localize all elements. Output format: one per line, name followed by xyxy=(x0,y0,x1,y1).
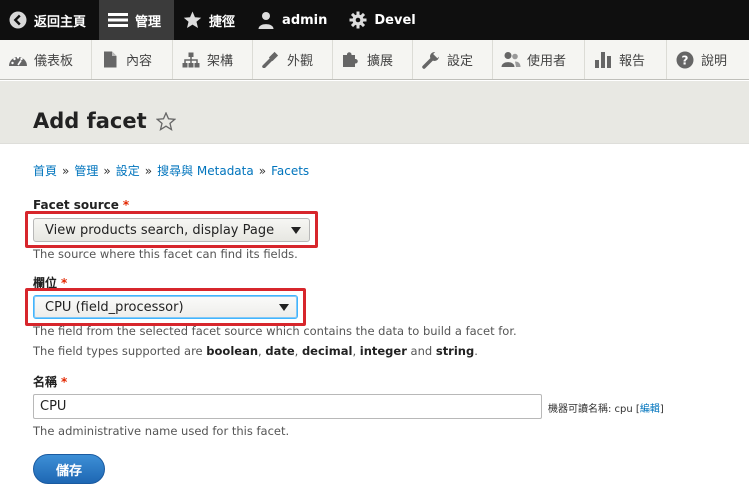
toolbar-back-home-label: 返回主頁 xyxy=(34,14,87,30)
tray-item-extend-label: 擴展 xyxy=(367,54,394,69)
field-select[interactable]: CPU (field_processor) xyxy=(33,295,298,319)
name-label-text: 名稱 xyxy=(33,375,58,389)
tray-item-help-label: 說明 xyxy=(701,54,728,69)
breadcrumb-separator: » xyxy=(144,163,153,178)
tray-item-appearance[interactable]: 外觀 xyxy=(253,40,333,79)
tray-item-config-label: 設定 xyxy=(447,54,474,69)
structure-icon xyxy=(181,52,201,68)
page-title: Add facet xyxy=(33,109,147,133)
breadcrumb-link-facets[interactable]: Facets xyxy=(271,164,309,178)
tray-item-content[interactable]: 內容 xyxy=(92,40,173,79)
facet-source-description: The source where this facet can find its… xyxy=(33,247,298,261)
field-description-line2: The field types supported are boolean, d… xyxy=(33,344,478,358)
star-icon xyxy=(183,11,202,29)
toolbar-user[interactable]: admin xyxy=(248,0,340,40)
back-circle-icon xyxy=(9,11,27,29)
machine-name: 機器可讀名稱: cpu [編輯] xyxy=(548,404,664,415)
user-icon xyxy=(257,11,275,29)
document-icon xyxy=(100,51,120,68)
brush-icon xyxy=(261,51,281,68)
toolbar-devel-label: Devel xyxy=(374,12,416,28)
toolbar-manage-label: 管理 xyxy=(135,14,162,30)
tray-item-structure-label: 架構 xyxy=(207,54,234,69)
breadcrumb-link-home[interactable]: 首頁 xyxy=(33,162,57,179)
machine-name-edit-link[interactable]: 編輯 xyxy=(640,404,660,415)
toolbar-devel[interactable]: Devel xyxy=(340,0,428,40)
svg-text:?: ? xyxy=(682,53,689,67)
field-types-end: . xyxy=(474,344,478,358)
field-type-string: string xyxy=(435,344,475,358)
field-description-line1: The field from the selected facet source… xyxy=(33,324,517,338)
page-header: Add facet xyxy=(0,81,749,144)
tray-item-content-label: 內容 xyxy=(126,54,153,69)
required-marker: * xyxy=(122,198,130,212)
field-type-boolean: boolean xyxy=(206,344,259,358)
tray-item-structure[interactable]: 架構 xyxy=(173,40,253,79)
toolbar-shortcuts-label: 捷徑 xyxy=(209,14,236,30)
gear-icon xyxy=(349,11,367,29)
field-type-decimal: decimal xyxy=(301,344,353,358)
field-types-and: and xyxy=(410,344,433,358)
breadcrumb-link-config[interactable]: 設定 xyxy=(116,162,140,179)
toolbar-user-label: admin xyxy=(282,12,328,28)
dashboard-icon xyxy=(8,52,28,68)
breadcrumb-separator: » xyxy=(62,163,70,178)
machine-name-label: 機器可讀名稱: cpu xyxy=(548,404,633,415)
tray-item-reports[interactable]: 報告 xyxy=(585,40,667,79)
field-type-date: date xyxy=(265,344,295,358)
breadcrumb-link-search[interactable]: 搜尋與 Metadata xyxy=(157,162,254,179)
facet-source-select[interactable]: View products search, display Page xyxy=(33,218,310,242)
dropdown-arrow-icon xyxy=(291,227,301,234)
facet-source-select-value: View products search, display Page xyxy=(45,222,275,238)
page-title-wrap: Add facet xyxy=(33,109,176,133)
admin-toolbar: 返回主頁 管理 捷徑 admin Devel xyxy=(0,0,749,40)
toolbar-shortcuts[interactable]: 捷徑 xyxy=(174,0,248,40)
tray-item-people-label: 使用者 xyxy=(527,54,567,69)
name-input-value: CPU xyxy=(40,399,67,414)
help-icon: ? xyxy=(675,51,695,69)
hamburger-icon xyxy=(108,12,129,28)
bar-chart-icon xyxy=(593,51,613,69)
field-types-prefix: The field types supported are xyxy=(33,344,207,358)
name-label: 名稱 * xyxy=(33,373,67,390)
shortcut-star-icon[interactable] xyxy=(155,111,176,131)
field-type-integer: integer xyxy=(359,344,407,358)
tray-item-dashboard-label: 儀表板 xyxy=(34,54,74,69)
tray-item-reports-label: 報告 xyxy=(619,54,646,69)
save-button[interactable]: 儲存 xyxy=(33,454,105,484)
tray-item-config[interactable]: 設定 xyxy=(413,40,493,79)
tray-item-dashboard[interactable]: 儀表板 xyxy=(0,40,92,79)
puzzle-icon xyxy=(341,51,361,68)
breadcrumb: 首頁 » 管理 » 設定 » 搜尋與 Metadata » Facets xyxy=(33,162,309,179)
facet-source-label: Facet source * xyxy=(33,198,129,212)
toolbar-manage[interactable]: 管理 xyxy=(99,0,175,40)
tray-item-people[interactable]: 使用者 xyxy=(493,40,585,79)
breadcrumb-separator: » xyxy=(103,163,111,178)
tray-item-extend[interactable]: 擴展 xyxy=(333,40,413,79)
facet-source-label-text: Facet source xyxy=(33,198,119,212)
name-description: The administrative name used for this fa… xyxy=(33,424,290,438)
people-icon xyxy=(501,51,521,68)
dropdown-arrow-icon xyxy=(279,304,289,311)
field-select-value: CPU (field_processor) xyxy=(45,299,184,315)
breadcrumb-link-admin[interactable]: 管理 xyxy=(74,162,98,179)
admin-tray: 儀表板 內容 架構 外觀 擴展 設定 使用者 報告 ? 說明 xyxy=(0,40,749,80)
name-input[interactable]: CPU xyxy=(33,394,542,419)
tray-item-help[interactable]: ? 說明 xyxy=(667,40,749,79)
required-marker: * xyxy=(61,375,68,389)
toolbar-back-home[interactable]: 返回主頁 xyxy=(0,0,99,40)
wrench-icon xyxy=(421,50,441,69)
tray-item-appearance-label: 外觀 xyxy=(287,54,314,69)
breadcrumb-separator: » xyxy=(258,163,267,178)
